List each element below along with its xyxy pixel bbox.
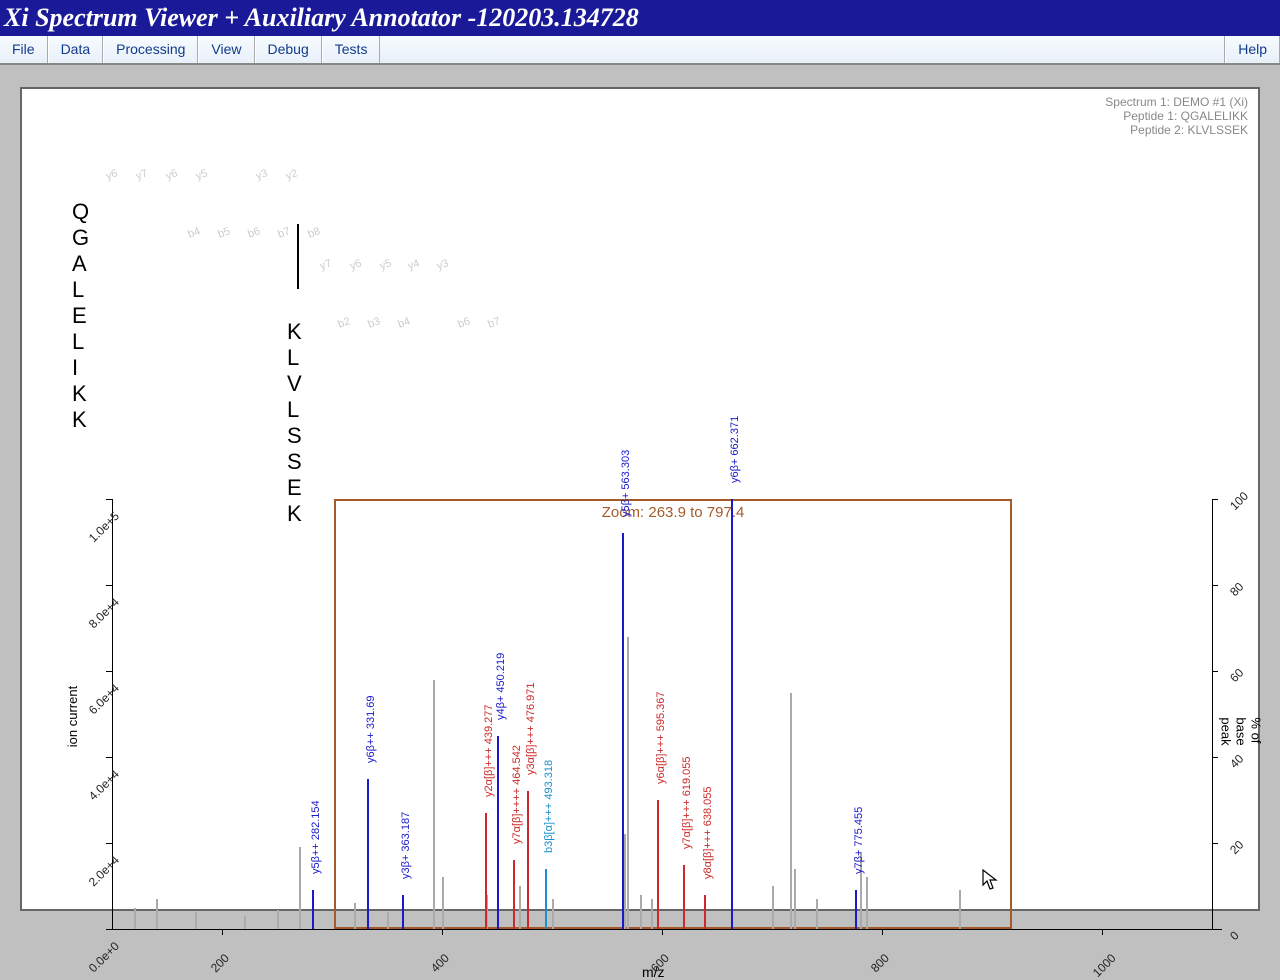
x-tick: [662, 929, 663, 935]
menu-help[interactable]: Help: [1225, 36, 1280, 63]
y-tick-right: [1212, 843, 1218, 844]
frag-y: y2: [284, 167, 299, 182]
frag-y: y6: [164, 167, 179, 182]
x-tick-label: 200: [208, 951, 232, 975]
x-tick-label: 600: [648, 951, 672, 975]
y-tick-right-label: 40: [1227, 752, 1246, 771]
y-tick-right: [1212, 585, 1218, 586]
spectrum-plot[interactable]: m/z ion current % of base peak Zoom: 263…: [52, 409, 1252, 979]
menu-file[interactable]: File: [0, 36, 48, 63]
y-tick-left-label: 4.0e+4: [86, 767, 122, 803]
frag-b: b6: [246, 225, 262, 240]
x-tick-label: 1000: [1090, 951, 1119, 980]
frag-b: b8: [306, 225, 322, 240]
frag-y: y3: [435, 257, 450, 272]
frag-y: y4: [406, 257, 421, 272]
x-tick-label: 400: [428, 951, 452, 975]
y-tick-right-label: 80: [1227, 580, 1246, 599]
y-tick-left: [106, 929, 112, 930]
frag-b: b4: [186, 225, 202, 240]
frag-y: y6: [104, 167, 119, 182]
frag-y: y6: [348, 257, 363, 272]
x-tick: [442, 929, 443, 935]
x-tick: [882, 929, 883, 935]
frag-y: y3: [254, 167, 269, 182]
ticks-layer: 20040060080010000.0e+02.0e+44.0e+46.0e+4…: [52, 409, 1252, 979]
x-tick-label: 800: [868, 951, 892, 975]
frag-b: b6: [456, 315, 472, 330]
frag-b: b7: [276, 225, 292, 240]
y-tick-left-label: 8.0e+4: [86, 595, 122, 631]
y-tick-left-label: 1.0e+5: [86, 509, 122, 545]
menu-view[interactable]: View: [198, 36, 254, 63]
spectrum-canvas[interactable]: Spectrum 1: DEMO #1 (Xi) Peptide 1: QGAL…: [20, 87, 1260, 911]
frag-y: y7: [318, 257, 333, 272]
y-tick-left-label: 2.0e+4: [86, 853, 122, 889]
y-tick-right-label: 20: [1227, 838, 1246, 857]
y-tick-right: [1212, 671, 1218, 672]
x-tick: [222, 929, 223, 935]
y-tick-left: [106, 843, 112, 844]
y-tick-left: [106, 585, 112, 586]
y-tick-right: [1212, 929, 1218, 930]
menu-bar: File Data Processing View Debug Tests He…: [0, 36, 1280, 65]
menu-tests[interactable]: Tests: [322, 36, 381, 63]
info-spectrum: Spectrum 1: DEMO #1 (Xi): [1105, 95, 1248, 109]
y-tick-left: [106, 757, 112, 758]
frag-b: b7: [486, 315, 502, 330]
y-tick-right-label: 100: [1227, 489, 1251, 513]
y-tick-left: [106, 671, 112, 672]
frag-y: y7: [134, 167, 149, 182]
menu-processing[interactable]: Processing: [103, 36, 198, 63]
y-tick-right-label: 60: [1227, 666, 1246, 685]
frag-y: y5: [378, 257, 393, 272]
peptide1-seq: Q G A L E L I K K: [72, 199, 91, 433]
spectrum-info: Spectrum 1: DEMO #1 (Xi) Peptide 1: QGAL…: [1105, 95, 1248, 137]
menu-debug[interactable]: Debug: [255, 36, 322, 63]
y-tick-right-label: 0: [1227, 928, 1242, 943]
info-peptide1: Peptide 1: QGALELIKK: [1105, 109, 1248, 123]
frag-y: y5: [194, 167, 209, 182]
cursor-icon: [982, 869, 998, 891]
crosslink-icon: [297, 224, 299, 289]
frag-b: b5: [216, 225, 232, 240]
frag-b: b2: [336, 315, 352, 330]
y-tick-left: [106, 499, 112, 500]
window-title: Xi Spectrum Viewer + Auxiliary Annotator…: [0, 0, 1280, 36]
y-tick-left-label: 6.0e+4: [86, 681, 122, 717]
y-tick-right: [1212, 499, 1218, 500]
y-tick-left-label: 0.0e+0: [86, 939, 122, 975]
y-tick-right: [1212, 757, 1218, 758]
frag-b: b3: [366, 315, 382, 330]
info-peptide2: Peptide 2: KLVLSSEK: [1105, 123, 1248, 137]
x-tick: [1102, 929, 1103, 935]
menu-data[interactable]: Data: [48, 36, 104, 63]
frag-b: b4: [396, 315, 412, 330]
